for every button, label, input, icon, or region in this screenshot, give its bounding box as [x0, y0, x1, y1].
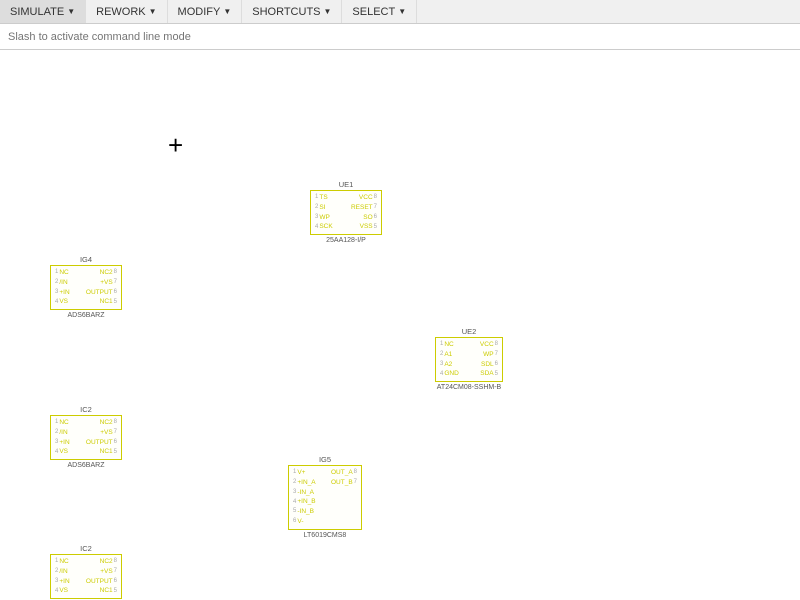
- component-ig5[interactable]: IG5 1 V+ OUT_A 8 2 +IN_A OUT_B: [288, 455, 362, 539]
- pin-row: 3 A2 SDL 6: [436, 360, 502, 370]
- schematic-canvas[interactable]: + UE1 1 TS VCC 8 2 SI R: [0, 50, 800, 600]
- component-ue1[interactable]: UE1 1 TS VCC 8 2 SI RESET: [310, 180, 382, 244]
- component-ic2-third[interactable]: IC2 1 NC NC2 8 2 /IN +VS 7: [50, 544, 122, 600]
- pin-row: 4 +IN_B: [289, 497, 361, 507]
- commandbar: [0, 24, 800, 50]
- pin-row: 4 GND SDA 5: [436, 369, 502, 379]
- pin-row: 4 VS NC1 5: [51, 297, 121, 307]
- pin-row: 1 NC VCC 8: [436, 340, 502, 350]
- pin-row: 1 NC NC2 8: [51, 557, 121, 567]
- modify-arrow-icon: ▼: [223, 7, 231, 16]
- pin-row: 1 TS VCC 8: [311, 193, 381, 203]
- menu-simulate[interactable]: SIMULATE ▼: [0, 0, 86, 23]
- pin-row: 1 NC NC2 8: [51, 418, 121, 428]
- component-ig4[interactable]: IG4 1 NC NC2 8 2 /IN +VS 7: [50, 255, 122, 319]
- pin-row: 3 WP SO 6: [311, 213, 381, 223]
- command-input[interactable]: [8, 31, 792, 43]
- pin-row: 6 V-: [289, 517, 361, 527]
- pin-row: 2 A1 WP 7: [436, 350, 502, 360]
- simulate-arrow-icon: ▼: [67, 7, 75, 16]
- menu-select[interactable]: SELECT ▼: [342, 0, 417, 23]
- pin-row: 3 +IN OUTPUT 6: [51, 288, 121, 298]
- pin-row: 4 VS NC1 5: [51, 586, 121, 596]
- pin-row: 1 V+ OUT_A 8: [289, 468, 361, 478]
- pin-row: 2 /IN +VS 7: [51, 428, 121, 438]
- pin-row: 2 /IN +VS 7: [51, 567, 121, 577]
- component-ic2[interactable]: IC2 1 NC NC2 8 2 /IN +VS 7: [50, 405, 122, 469]
- crosshair-icon: +: [168, 132, 183, 158]
- select-arrow-icon: ▼: [398, 7, 406, 16]
- pin-row: 2 SI RESET 7: [311, 203, 381, 213]
- pin-row: 3 +IN OUTPUT 6: [51, 438, 121, 448]
- menu-modify[interactable]: MODIFY ▼: [168, 0, 243, 23]
- menu-shortcuts[interactable]: SHORTCUTS ▼: [242, 0, 342, 23]
- pin-row: 2 +IN_A OUT_B 7: [289, 478, 361, 488]
- pin-row: 3 +IN OUTPUT 6: [51, 577, 121, 587]
- rework-arrow-icon: ▼: [149, 7, 157, 16]
- shortcuts-arrow-icon: ▼: [324, 7, 332, 16]
- pin-row: 4 VS NC1 5: [51, 447, 121, 457]
- pin-row: 4 SCK VSS 5: [311, 222, 381, 232]
- pin-row: 2 /IN +VS 7: [51, 278, 121, 288]
- menu-rework[interactable]: REWORK ▼: [86, 0, 167, 23]
- component-ue2[interactable]: UE2 1 NC VCC 8 2 A1 WP 7: [435, 327, 503, 391]
- pin-row: 5 -IN_B: [289, 507, 361, 517]
- pin-row: 3 -IN_A: [289, 488, 361, 498]
- pin-row: 1 NC NC2 8: [51, 268, 121, 278]
- menubar: SIMULATE ▼ REWORK ▼ MODIFY ▼ SHORTCUTS ▼…: [0, 0, 800, 24]
